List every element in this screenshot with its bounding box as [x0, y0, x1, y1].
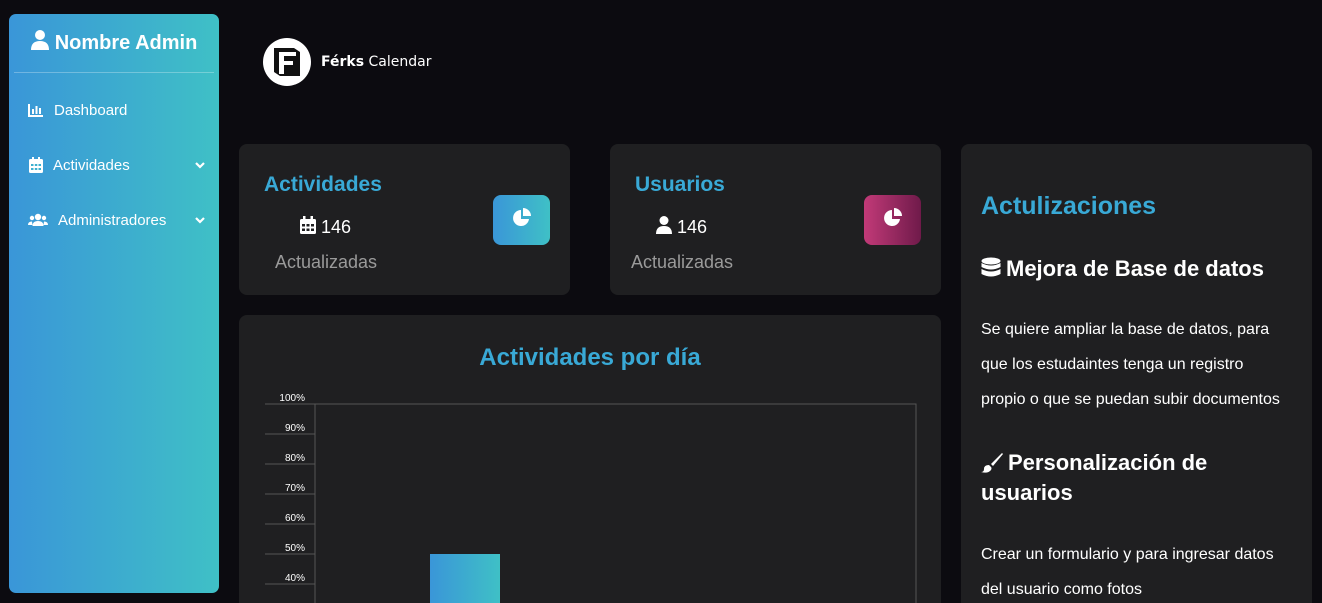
- update-line: del usuario como fotos: [981, 581, 1142, 598]
- y-tick-label: 80%: [285, 453, 305, 464]
- update-heading-text: Mejora de Base de datos: [1006, 256, 1264, 281]
- users-count: 146: [677, 217, 708, 237]
- update-line: Se quiere ampliar la base de datos, para: [981, 321, 1270, 338]
- sidebar-item-label: Dashboard: [54, 101, 128, 119]
- logo-product: Calendar: [368, 54, 432, 70]
- plot-frame: [314, 403, 917, 603]
- y-tick-label: 100%: [279, 393, 305, 404]
- sidebar-item-administradores[interactable]: Administradores: [9, 200, 219, 240]
- sidebar-item-actividades[interactable]: Actividades: [9, 145, 219, 185]
- update-line: Crear un formulario y para ingresar dato…: [981, 546, 1274, 563]
- stat-count: 146: [656, 216, 707, 239]
- logo-brand: Férks: [321, 54, 365, 70]
- logo-icon: [263, 38, 311, 86]
- chart-icon: [28, 102, 44, 118]
- pie-chart-icon: [512, 207, 532, 233]
- logo-text: Férks Calendar: [321, 54, 431, 70]
- activities-stat-card: Actividades 146 Actualizadas: [239, 144, 570, 295]
- stat-title: Usuarios: [635, 173, 725, 196]
- user-icon: [30, 30, 49, 56]
- admin-name: Nombre Admin: [54, 31, 198, 54]
- activities-chart-button[interactable]: [493, 195, 550, 245]
- y-tick-label: 40%: [285, 573, 305, 584]
- user-icon: [656, 216, 672, 239]
- bar-chart: 100% 90% 80% 70% 60% 50% 40%: [265, 393, 917, 603]
- pie-chart-icon: [883, 207, 903, 233]
- stat-title: Actividades: [264, 173, 382, 196]
- sidebar-item-label: Administradores: [58, 211, 167, 229]
- update-heading-text: usuarios: [981, 480, 1073, 505]
- chevron-down-icon[interactable]: [194, 213, 206, 225]
- stat-count: 146: [300, 216, 351, 239]
- updates-title: Actulizaciones: [981, 192, 1157, 220]
- update-heading: Personalización de usuarios: [981, 448, 1281, 508]
- sidebar: Nombre Admin Dashboard Actividades Admin…: [9, 14, 219, 593]
- stat-subtitle: Actualizadas: [275, 252, 378, 272]
- activities-count: 146: [321, 217, 352, 237]
- sidebar-item-dashboard[interactable]: Dashboard: [9, 90, 219, 130]
- chart-card: Actividades por día 100% 90% 80% 70% 60% 50% 4…: [239, 315, 941, 603]
- update-line: que los estudaintes tenga un registro: [981, 356, 1244, 373]
- y-tick-label: 90%: [285, 423, 305, 434]
- users-icon: [28, 212, 48, 228]
- users-chart-button[interactable]: [864, 195, 921, 245]
- chevron-down-icon[interactable]: [194, 158, 206, 170]
- y-tick-label: 70%: [285, 483, 305, 494]
- update-heading: Mejora de Base de datos: [981, 254, 1281, 284]
- update-line: propio o que se puedan subir documentos: [981, 391, 1280, 408]
- database-icon: [981, 256, 1006, 281]
- update-heading-text: Personalización de: [1008, 450, 1208, 475]
- bar[interactable]: [430, 554, 500, 603]
- update-description: Se quiere ampliar la base de datos, para…: [981, 312, 1286, 417]
- updates-card: Actulizaciones Mejora de Base de datos S…: [961, 144, 1312, 603]
- brand-logo[interactable]: Férks Calendar: [263, 38, 431, 86]
- sidebar-item-label: Actividades: [53, 156, 130, 174]
- update-description: Crear un formulario y para ingresar dato…: [981, 537, 1286, 603]
- paintbrush-icon: [981, 450, 1008, 475]
- calendar-icon: [29, 157, 45, 173]
- stat-subtitle: Actualizadas: [631, 252, 734, 272]
- calendar-icon: [300, 216, 316, 239]
- y-tick-label: 60%: [285, 513, 305, 524]
- sidebar-header: Nombre Admin: [14, 14, 214, 73]
- users-stat-card: Usuarios 146 Actualizadas: [610, 144, 941, 295]
- y-tick-label: 50%: [285, 543, 305, 554]
